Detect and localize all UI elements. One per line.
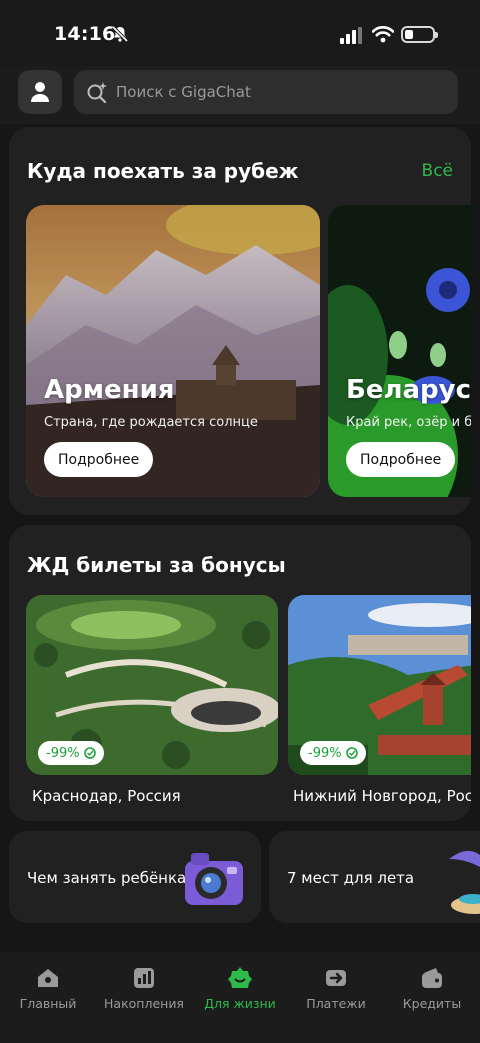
wallet-icon bbox=[422, 968, 442, 988]
destination-name: Беларусь bbox=[346, 375, 471, 405]
bell-muted-icon bbox=[111, 25, 129, 43]
user-icon bbox=[31, 82, 49, 102]
sber-bonus-icon bbox=[83, 747, 96, 759]
beach-icon bbox=[449, 850, 480, 914]
destination-card-armenia[interactable]: Армения Страна, где рождается солнце Под… bbox=[26, 205, 320, 497]
mini-card-kids[interactable]: Чем занять ребёнка bbox=[9, 831, 261, 923]
see-all-link[interactable]: Всё bbox=[422, 161, 453, 181]
tab-savings[interactable]: Накопления bbox=[96, 966, 192, 1011]
destination-description: Край рек, озёр и бе bbox=[346, 415, 471, 430]
camera-icon bbox=[185, 853, 243, 905]
destination-description: Страна, где рождается солнце bbox=[44, 415, 258, 430]
gigachat-search-icon bbox=[87, 82, 107, 103]
arrow-icon bbox=[326, 970, 346, 986]
tab-payments[interactable]: Платежи bbox=[288, 966, 384, 1011]
rail-city: Краснодар, Россия bbox=[32, 787, 181, 805]
abroad-section: Куда поехать за рубеж Всё Армения Страна… bbox=[9, 127, 471, 515]
tab-for-life[interactable]: Для жизни bbox=[192, 966, 288, 1011]
sber-bonus-icon bbox=[345, 747, 358, 759]
star-icon bbox=[228, 967, 252, 988]
rail-card-krasnodar[interactable]: -99% bbox=[26, 595, 278, 775]
rail-bonus-section: ЖД билеты за бонусы -99% Краснодар, Росс… bbox=[9, 525, 471, 821]
rail-card-nizhny-novgorod[interactable]: -99% bbox=[288, 595, 471, 775]
mini-card-label: Чем занять ребёнка bbox=[27, 869, 187, 887]
destination-name: Армения bbox=[44, 375, 175, 405]
search-placeholder: Поиск с GigaChat bbox=[116, 83, 251, 101]
more-button[interactable]: Подробнее bbox=[346, 442, 456, 477]
mini-card-label: 7 мест для лета bbox=[287, 869, 415, 887]
discount-badge: -99% bbox=[38, 741, 104, 765]
abroad-title: Куда поехать за рубеж bbox=[27, 159, 299, 183]
rail-city: Нижний Новгород, Росси bbox=[293, 787, 471, 805]
search-input[interactable]: Поиск с GigaChat bbox=[74, 70, 458, 114]
status-time: 14:16 bbox=[54, 23, 116, 45]
chart-icon bbox=[134, 968, 154, 988]
bottom-tab-bar: Главный Накопления Для жизни Платежи Кре… bbox=[0, 952, 480, 1043]
wifi-icon bbox=[372, 26, 394, 43]
tab-home[interactable]: Главный bbox=[0, 966, 96, 1011]
status-bar: 14:16 bbox=[0, 0, 480, 66]
cellular-signal-icon bbox=[340, 27, 362, 44]
profile-button[interactable] bbox=[18, 70, 62, 114]
mini-card-summer[interactable]: 7 мест для лета bbox=[269, 831, 480, 923]
discount-badge: -99% bbox=[300, 741, 366, 765]
rail-title: ЖД билеты за бонусы bbox=[27, 553, 286, 577]
tab-credits[interactable]: Кредиты bbox=[384, 966, 480, 1011]
destination-card-belarus[interactable]: Беларусь Край рек, озёр и бе Подробнее bbox=[328, 205, 471, 497]
battery-icon bbox=[401, 26, 438, 43]
home-icon bbox=[38, 969, 58, 987]
top-bar: Поиск с GigaChat bbox=[0, 66, 480, 124]
more-button[interactable]: Подробнее bbox=[44, 442, 154, 477]
